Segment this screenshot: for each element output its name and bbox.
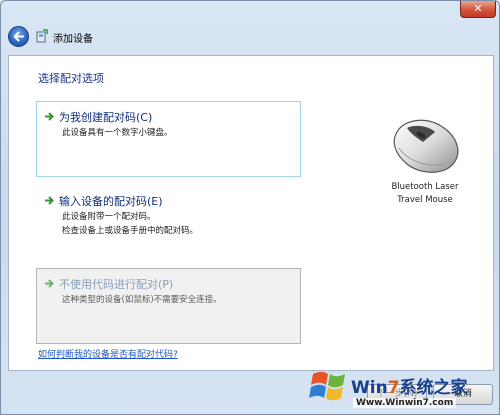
device-name-line2: Travel Mouse [397,195,453,205]
green-arrow-icon [45,196,54,205]
option-description: 此设备具有一个数字小键盘。 [62,128,173,138]
mouse-icon [393,119,459,173]
page-heading: 选择配对选项 [38,72,104,85]
option-pair-without-code[interactable]: 不使用代码进行配对(P) 这种类型的设备(如鼠标)不需要安全连接。 [36,268,301,344]
option-title: 输入设备的配对码(E) [59,195,163,208]
back-button[interactable] [8,26,29,47]
green-arrow-icon [45,112,54,121]
watermark-url: Www.Winwin7.com [353,398,457,408]
option-create-pairing-code[interactable]: 为我创建配对码(C) 此设备具有一个数字小键盘。 [36,101,301,177]
close-icon: ✕ [473,2,483,15]
watermark-brand-suffix: 系统之家 [399,378,468,398]
watermark-brand-prefix: Win [351,378,388,398]
back-arrow-icon [13,31,24,42]
content-panel: 选择配对选项 为我创建配对码(C) 此设备具有一个数字小键盘。 输入设备的配对码… [8,55,494,371]
add-device-window: ✕ 添加设备 选择配对选项 为我创建配对码(C) 此设备具有一个数字小键盘。 输… [0,0,500,415]
option-enter-pairing-code[interactable]: 输入设备的配对码(E) 此设备附带一个配对码。 检查设备上或设备手册中的配对码。 [36,185,301,247]
option-title: 不使用代码进行配对(P) [59,278,174,291]
windows-logo-icon [309,371,345,401]
watermark-brand-seven: 7 [387,378,400,398]
add-device-icon [36,29,48,43]
pairing-code-help-link[interactable]: 如何判断我的设备是否有配对代码? [38,347,178,360]
device-name-line1: Bluetooth Laser [391,182,459,192]
window-title: 添加设备 [53,34,93,45]
option-description: 此设备附带一个配对码。 [62,212,156,222]
option-title: 为我创建配对码(C) [59,111,153,124]
watermark-brand: Win7系统之家 [351,373,468,398]
device-name: Bluetooth Laser Travel Mouse [369,181,481,207]
close-button[interactable]: ✕ [460,1,496,18]
green-arrow-icon [45,279,54,288]
option-description: 这种类型的设备(如鼠标)不需要安全连接。 [62,295,222,305]
option-description: 检查设备上或设备手册中的配对码。 [62,226,199,236]
